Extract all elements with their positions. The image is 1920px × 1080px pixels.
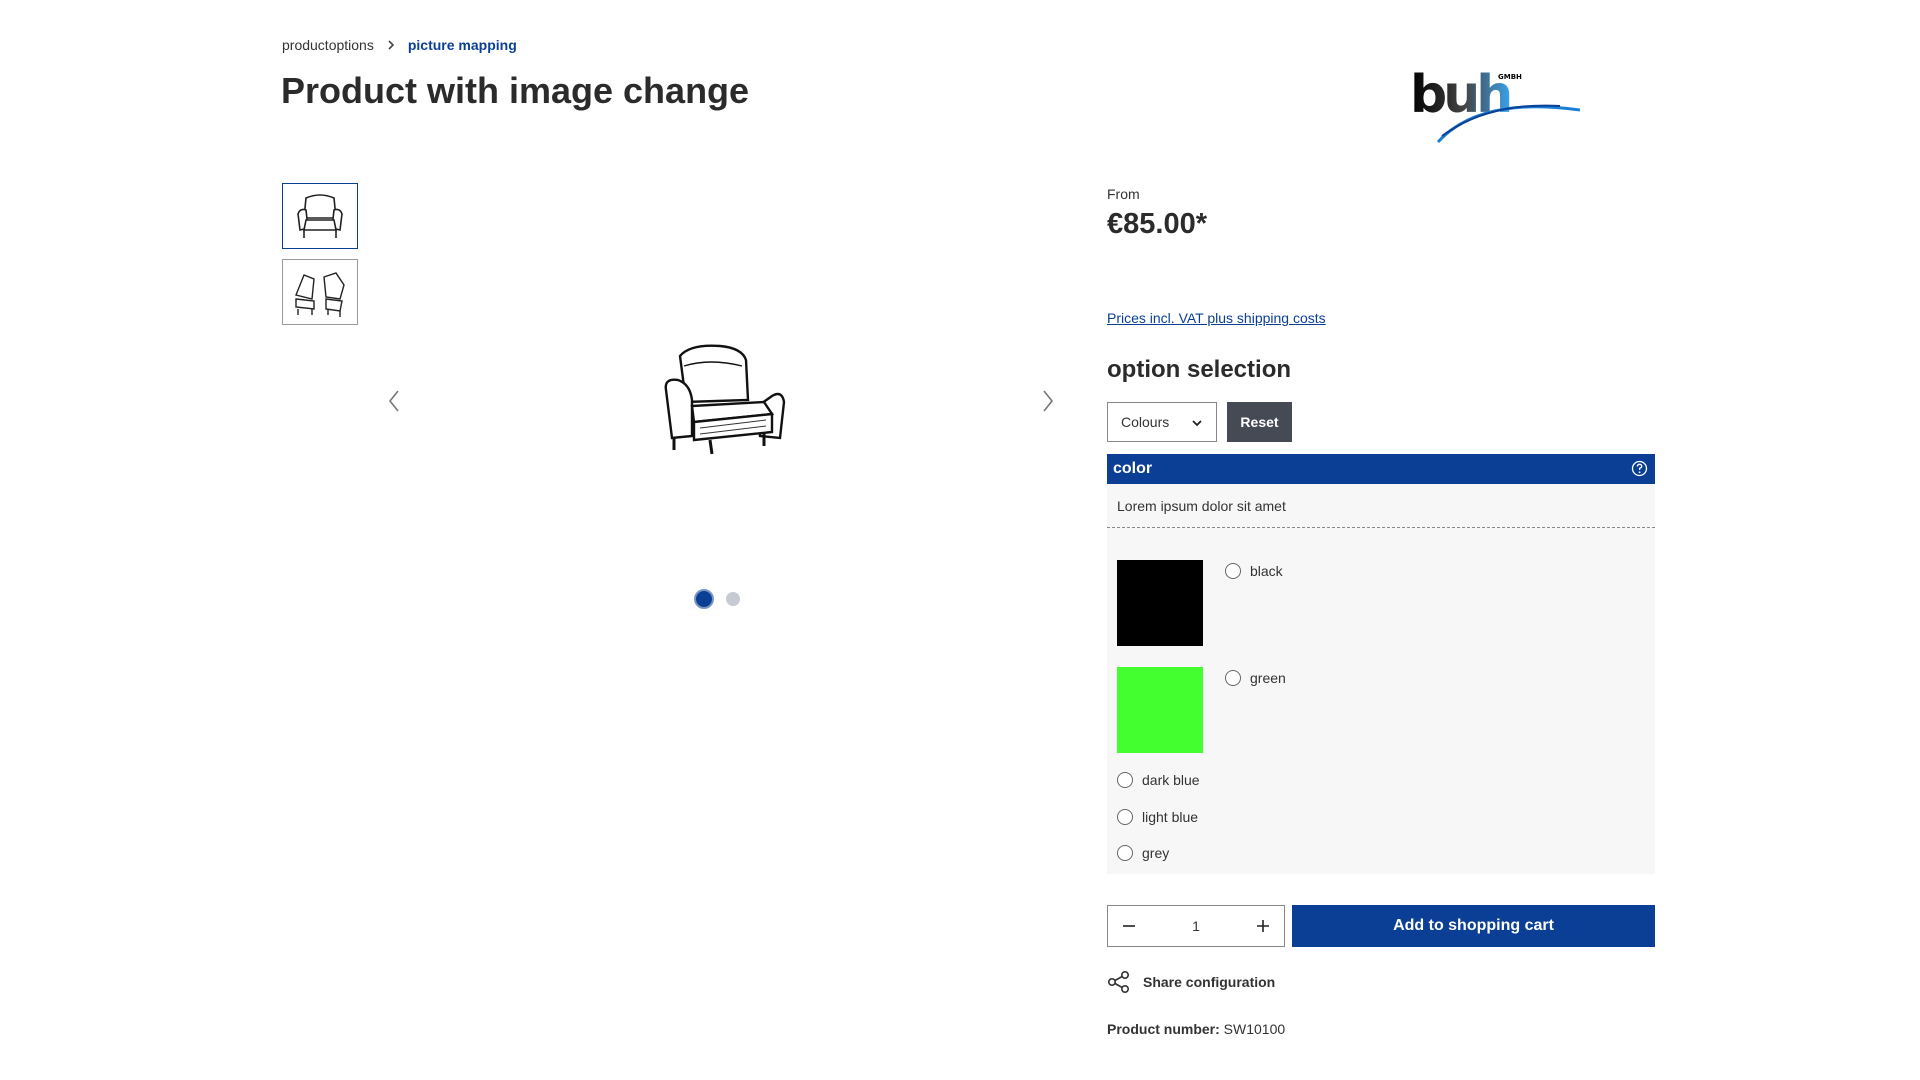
- page-title: Product with image change: [281, 70, 750, 111]
- option-panel-title: color: [1113, 460, 1153, 477]
- radio-button[interactable]: [1117, 772, 1133, 788]
- radio-option-grey[interactable]: grey: [1117, 845, 1169, 861]
- add-to-cart-button[interactable]: Add to shopping cart: [1292, 905, 1655, 947]
- vat-shipping-link[interactable]: Prices incl. VAT plus shipping costs: [1107, 310, 1326, 326]
- option-label: black: [1250, 563, 1283, 579]
- thumbnail-armchair-side[interactable]: [282, 259, 358, 325]
- help-icon[interactable]: [1631, 460, 1648, 477]
- select-value: Colours: [1121, 414, 1170, 430]
- gallery-next-button[interactable]: [1038, 386, 1058, 416]
- quantity-decrease-button[interactable]: [1108, 906, 1150, 946]
- quantity-increase-button[interactable]: [1242, 906, 1284, 946]
- share-label: Share configuration: [1143, 974, 1276, 990]
- radio-button[interactable]: [1225, 670, 1241, 686]
- quantity-stepper: 1: [1107, 905, 1285, 947]
- product-price: €85.00*: [1107, 208, 1207, 240]
- option-label: light blue: [1142, 809, 1199, 825]
- plus-icon: [1256, 920, 1269, 932]
- option-panel-body: black green dark blue light blue grey: [1107, 528, 1655, 874]
- chevron-right-icon: [388, 40, 394, 50]
- product-main-image: [664, 344, 786, 455]
- option-selection-title: option selection: [1107, 356, 1292, 383]
- svg-text:GMBH: GMBH: [1498, 73, 1522, 81]
- reset-button[interactable]: Reset: [1227, 402, 1292, 442]
- option-group-select[interactable]: Colours: [1107, 402, 1217, 442]
- gallery-dot-1[interactable]: [694, 589, 714, 609]
- option-label: dark blue: [1142, 772, 1200, 788]
- breadcrumb-item-picture-mapping[interactable]: picture mapping: [408, 37, 517, 53]
- gallery-dot-2[interactable]: [726, 592, 740, 606]
- price-prefix: From: [1107, 186, 1140, 202]
- radio-button[interactable]: [1117, 845, 1133, 861]
- gallery-pagination: [694, 589, 740, 609]
- radio-option-green[interactable]: green: [1225, 670, 1286, 686]
- gallery-prev-button[interactable]: [384, 386, 404, 416]
- product-number: Product number: SW10100: [1107, 1021, 1285, 1037]
- swatch-black[interactable]: [1117, 560, 1203, 646]
- radio-option-light-blue[interactable]: light blue: [1117, 809, 1198, 825]
- radio-button[interactable]: [1225, 563, 1241, 579]
- svg-text:buh: buh: [1410, 66, 1509, 125]
- company-logo: buh GMBH: [1410, 66, 1580, 144]
- breadcrumb-item-productoptions[interactable]: productoptions: [282, 37, 374, 53]
- thumbnail-armchair-front[interactable]: [282, 183, 358, 249]
- share-icon: [1107, 970, 1130, 994]
- chevron-down-icon: [1192, 420, 1202, 427]
- radio-option-dark-blue[interactable]: dark blue: [1117, 772, 1200, 788]
- swatch-green[interactable]: [1117, 667, 1203, 753]
- quantity-input[interactable]: 1: [1192, 918, 1200, 934]
- radio-button[interactable]: [1117, 809, 1133, 825]
- thumbnail-list: [282, 183, 358, 335]
- share-configuration-button[interactable]: Share configuration: [1107, 970, 1275, 994]
- product-number-value: SW10100: [1223, 1021, 1286, 1037]
- breadcrumb: productoptions picture mapping: [282, 37, 517, 53]
- armchair-views-image: [295, 272, 345, 317]
- option-label: green: [1250, 670, 1286, 686]
- option-panel-header: color: [1107, 454, 1655, 484]
- product-number-label: Product number:: [1107, 1021, 1220, 1037]
- armchair-image: [297, 194, 343, 238]
- minus-icon: [1123, 925, 1135, 927]
- option-label: grey: [1142, 845, 1170, 861]
- radio-option-black[interactable]: black: [1225, 563, 1283, 579]
- option-panel-description: Lorem ipsum dolor sit amet: [1107, 484, 1655, 528]
